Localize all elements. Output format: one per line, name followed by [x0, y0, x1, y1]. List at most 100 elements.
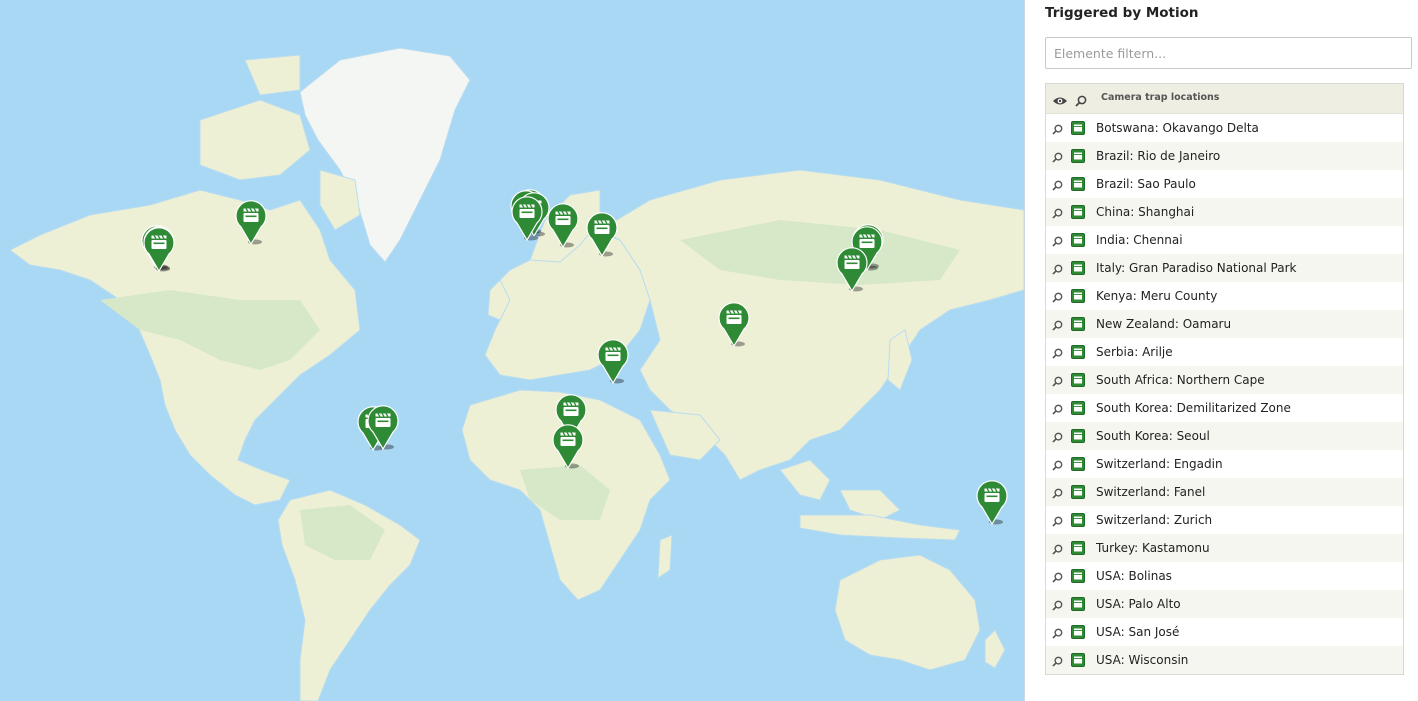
film-clapper-icon — [555, 211, 571, 225]
layer-item[interactable]: China: Shanghai — [1046, 198, 1403, 226]
layer-item-label: Switzerland: Zurich — [1096, 513, 1213, 527]
layer-item[interactable]: USA: Wisconsin — [1046, 646, 1403, 674]
layer-item-label: Kenya: Meru County — [1096, 289, 1218, 303]
video-icon — [1071, 513, 1085, 530]
zoom-to-icon[interactable] — [1052, 152, 1063, 166]
video-icon — [1071, 345, 1085, 362]
marker-india-chennai[interactable] — [717, 301, 751, 348]
layer-item-label: USA: Wisconsin — [1096, 653, 1189, 667]
eye-icon[interactable] — [1052, 92, 1068, 111]
marker-serbia-arilje[interactable] — [546, 202, 580, 248]
video-icon — [1071, 401, 1085, 418]
layer-item[interactable]: Kenya: Meru County — [1046, 282, 1403, 310]
video-icon — [1071, 429, 1085, 446]
layer-item[interactable]: Switzerland: Zurich — [1046, 506, 1403, 534]
layer-item-label: New Zealand: Oamaru — [1096, 317, 1232, 331]
zoom-to-icon[interactable] — [1052, 236, 1063, 250]
layer-list-box: Camera trap locations Botswana: Okavango… — [1045, 83, 1404, 675]
basemap — [0, 0, 1024, 701]
marker-turkey-kastamonu[interactable] — [585, 211, 619, 257]
zoom-to-icon[interactable] — [1052, 600, 1063, 614]
layer-panel: Triggered by Motion Camera trap location… — [1025, 0, 1418, 701]
zoom-to-icon[interactable] — [1052, 208, 1063, 222]
zoom-to-icon[interactable] — [1052, 264, 1063, 278]
panel-title: Triggered by Motion — [1045, 5, 1199, 21]
video-icon — [1071, 625, 1085, 642]
layer-item-label: Brazil: Sao Paulo — [1096, 177, 1196, 191]
layer-item-label: Switzerland: Fanel — [1096, 485, 1206, 499]
layer-item[interactable]: Italy: Gran Paradiso National Park — [1046, 254, 1403, 282]
layer-item[interactable]: Serbia: Arilje — [1046, 338, 1403, 366]
zoom-to-icon[interactable] — [1052, 292, 1063, 306]
marker-south-africa-northern-cape[interactable] — [551, 423, 585, 469]
filter-input[interactable] — [1045, 37, 1412, 69]
layer-item[interactable]: India: Chennai — [1046, 226, 1403, 254]
layer-item-label: South Korea: Demilitarized Zone — [1096, 401, 1291, 415]
video-icon — [1071, 261, 1085, 278]
film-clapper-icon — [605, 346, 621, 361]
zoom-to-icon[interactable] — [1052, 488, 1063, 502]
layer-item[interactable]: Brazil: Sao Paulo — [1046, 170, 1403, 198]
zoom-to-icon[interactable] — [1052, 348, 1063, 362]
marker-italy-gran-paradiso[interactable] — [510, 195, 544, 242]
layer-item[interactable]: Switzerland: Engadin — [1046, 450, 1403, 478]
marker-usa-wisconsin[interactable] — [234, 199, 268, 246]
layer-item-label: Switzerland: Engadin — [1096, 457, 1223, 471]
video-icon — [1071, 541, 1085, 558]
video-icon — [1071, 569, 1085, 586]
layer-item-label: Turkey: Kastamonu — [1096, 541, 1210, 555]
layer-item-label: USA: Bolinas — [1096, 569, 1172, 583]
zoom-to-icon[interactable] — [1052, 376, 1063, 390]
layer-item[interactable]: Botswana: Okavango Delta — [1046, 114, 1403, 142]
layer-item-label: USA: San José — [1096, 625, 1180, 639]
zoom-to-icon[interactable] — [1052, 124, 1063, 138]
zoom-to-icon[interactable] — [1052, 656, 1063, 670]
layer-item[interactable]: New Zealand: Oamaru — [1046, 310, 1403, 338]
layer-header: Camera trap locations — [1046, 84, 1403, 114]
film-clapper-icon — [594, 220, 610, 234]
zoom-to-icon[interactable] — [1075, 92, 1087, 111]
layer-item[interactable]: Switzerland: Fanel — [1046, 478, 1403, 506]
layer-item[interactable]: South Africa: Northern Cape — [1046, 366, 1403, 394]
marker-kenya-meru[interactable] — [596, 338, 630, 384]
zoom-to-icon[interactable] — [1052, 572, 1063, 586]
layer-item-label: Brazil: Rio de Janeiro — [1096, 149, 1221, 163]
layer-item[interactable]: South Korea: Seoul — [1046, 422, 1403, 450]
zoom-to-icon[interactable] — [1052, 628, 1063, 642]
marker-brazil-rio[interactable] — [366, 404, 400, 450]
marker-usa-san-jose[interactable] — [142, 226, 176, 272]
film-clapper-icon — [560, 431, 576, 446]
zoom-to-icon[interactable] — [1052, 460, 1063, 474]
layer-item-label: USA: Palo Alto — [1096, 597, 1181, 611]
zoom-to-icon[interactable] — [1052, 544, 1063, 558]
layer-item[interactable]: Turkey: Kastamonu — [1046, 534, 1403, 562]
film-clapper-icon — [726, 310, 742, 325]
layer-item[interactable]: USA: Palo Alto — [1046, 590, 1403, 618]
zoom-to-icon[interactable] — [1052, 516, 1063, 530]
video-icon — [1071, 205, 1085, 222]
world-map[interactable] — [0, 0, 1025, 701]
layer-item[interactable]: USA: San José — [1046, 618, 1403, 646]
zoom-to-icon[interactable] — [1052, 404, 1063, 418]
video-icon — [1071, 597, 1085, 614]
zoom-to-icon[interactable] — [1052, 180, 1063, 194]
layer-item[interactable]: South Korea: Demilitarized Zone — [1046, 394, 1403, 422]
video-icon — [1071, 121, 1085, 138]
layer-item[interactable]: Brazil: Rio de Janeiro — [1046, 142, 1403, 170]
layer-item[interactable]: USA: Bolinas — [1046, 562, 1403, 590]
video-icon — [1071, 457, 1085, 474]
marker-china-shanghai[interactable] — [835, 246, 869, 293]
film-clapper-icon — [375, 412, 391, 427]
video-icon — [1071, 653, 1085, 670]
layer-item-list: Botswana: Okavango Delta Brazil: Rio de J… — [1046, 114, 1403, 674]
layer-title: Camera trap locations — [1101, 92, 1220, 103]
film-clapper-icon — [563, 401, 579, 416]
zoom-to-icon[interactable] — [1052, 320, 1063, 334]
zoom-to-icon[interactable] — [1052, 432, 1063, 446]
layer-item-label: Serbia: Arilje — [1096, 345, 1173, 359]
layer-item-label: Botswana: Okavango Delta — [1096, 121, 1259, 135]
layer-item-label: China: Shanghai — [1096, 205, 1195, 219]
layer-item-label: South Korea: Seoul — [1096, 429, 1210, 443]
marker-new-zealand-oamaru[interactable] — [975, 479, 1009, 526]
video-icon — [1071, 177, 1085, 194]
